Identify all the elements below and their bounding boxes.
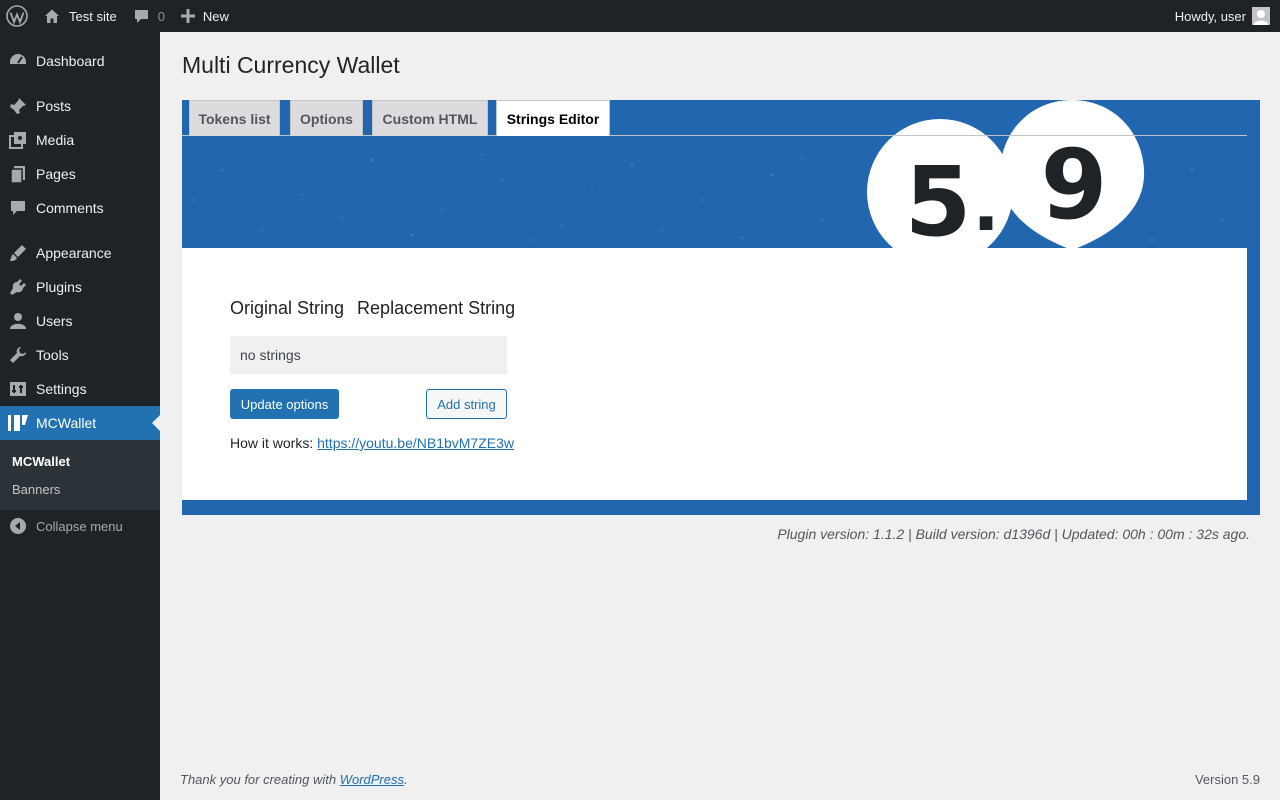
site-name-menu[interactable]: Test site [35, 0, 125, 32]
sidebar-item-users[interactable]: Users [0, 304, 160, 338]
sidebar-item-posts[interactable]: Posts [0, 89, 160, 123]
sidebar-item-label: Appearance [36, 245, 112, 261]
mcwallet-submenu: MCWallet Banners [0, 440, 160, 510]
page-title: Multi Currency Wallet [182, 52, 400, 78]
version-dot: . [972, 163, 999, 247]
sidebar-item-pages[interactable]: Pages [0, 157, 160, 191]
collapse-menu-button[interactable]: Collapse menu [0, 516, 160, 536]
submenu-item-banners[interactable]: Banners [12, 482, 60, 497]
add-string-button[interactable]: Add string [426, 389, 507, 419]
greeting: Howdy, user [1174, 8, 1246, 24]
how-it-works-label: How it works: [230, 435, 314, 451]
tab-bar: Tokens list Options Custom HTML Strings … [182, 100, 1247, 136]
pages-icon [0, 164, 36, 184]
brush-icon [0, 243, 36, 263]
pin-icon [0, 96, 36, 116]
sidebar-item-label: Users [36, 313, 73, 329]
sidebar-item-label: Dashboard [36, 53, 105, 69]
collapse-arrow-icon [0, 518, 36, 534]
sidebar-item-label: Settings [36, 381, 87, 397]
plugin-icon [0, 277, 36, 297]
column-original-string: Original String [230, 298, 345, 318]
sidebar-item-media[interactable]: Media [0, 123, 160, 157]
how-it-works: How it works: https://youtu.be/NB1bvM7ZE… [230, 435, 514, 451]
sidebar-item-label: Comments [36, 200, 104, 216]
tab-strings-editor[interactable]: Strings Editor [496, 100, 610, 136]
footer-thanks-prefix: Thank you for creating with [180, 772, 337, 787]
tab-custom-html[interactable]: Custom HTML [372, 100, 488, 136]
plugin-banner: 5 . 9 Tokens list Options Custom HTML St… [182, 100, 1260, 515]
sidebar-item-appearance[interactable]: Appearance [0, 236, 160, 270]
version-digit-five: 5 [905, 146, 972, 248]
dashboard-icon [0, 51, 36, 71]
sidebar-item-label: Pages [36, 166, 76, 182]
media-icon [0, 130, 36, 150]
wallet-icon [0, 413, 36, 433]
sidebar-item-label: Posts [36, 98, 72, 114]
footer-thanks-suffix: . [404, 772, 408, 787]
footer-thanks: Thank you for creating with WordPress. [180, 772, 408, 787]
how-it-works-link[interactable]: https://youtu.be/NB1bvM7ZE3w [317, 435, 514, 451]
plus-icon [180, 9, 195, 23]
strings-editor-panel: Original String Replacement String no st… [182, 248, 1247, 500]
sidebar-item-label: MCWallet [36, 415, 97, 431]
strings-table-header: Original String Replacement String [230, 298, 515, 319]
wrench-icon [0, 345, 36, 365]
update-options-button[interactable]: Update options [230, 389, 339, 419]
collapse-label: Collapse menu [36, 518, 123, 534]
submenu-item-mcwallet[interactable]: MCWallet [12, 454, 70, 469]
comments-menu[interactable]: 0 [125, 0, 173, 32]
avatar [1252, 7, 1270, 25]
new-label: New [202, 8, 229, 24]
admin-bar: Test site 0 New Howdy, user [0, 0, 1280, 32]
version-digit-nine: 9 [1041, 129, 1108, 241]
site-name: Test site [69, 8, 117, 24]
empty-strings-row: no strings [230, 336, 507, 374]
sidebar-item-mcwallet[interactable]: MCWallet [0, 406, 160, 440]
sidebar-item-label: Media [36, 132, 75, 148]
sidebar-item-tools[interactable]: Tools [0, 338, 160, 372]
column-replacement-string: Replacement String [357, 298, 516, 318]
new-content-menu[interactable]: New [173, 0, 237, 32]
tab-options[interactable]: Options [290, 100, 363, 136]
sidebar-item-comments[interactable]: Comments [0, 191, 160, 225]
sidebar-item-label: Tools [36, 347, 69, 363]
plugin-version-info: Plugin version: 1.1.2 | Build version: d… [777, 526, 1250, 542]
comment-icon [0, 198, 36, 218]
sidebar-item-label: Plugins [36, 279, 82, 295]
main-content: Multi Currency Wallet 5 . 9 Tokens list … [160, 32, 1280, 800]
sidebar-item-settings[interactable]: Settings [0, 372, 160, 406]
tab-tokens-list[interactable]: Tokens list [189, 100, 280, 136]
comment-bubble-icon [133, 8, 150, 25]
wordpress-logo-icon [6, 5, 28, 27]
settings-icon [0, 379, 36, 399]
admin-sidebar: Dashboard Posts Media Pages Comments App… [0, 32, 160, 800]
wp-logo-menu[interactable] [0, 0, 35, 32]
sidebar-item-plugins[interactable]: Plugins [0, 270, 160, 304]
wordpress-link[interactable]: WordPress [340, 772, 404, 787]
sidebar-item-dashboard[interactable]: Dashboard [0, 44, 160, 78]
home-icon [43, 7, 61, 25]
account-menu[interactable]: Howdy, user [1167, 0, 1280, 32]
user-icon [0, 311, 36, 331]
comments-count: 0 [157, 8, 165, 24]
footer-version: Version 5.9 [1194, 772, 1260, 787]
